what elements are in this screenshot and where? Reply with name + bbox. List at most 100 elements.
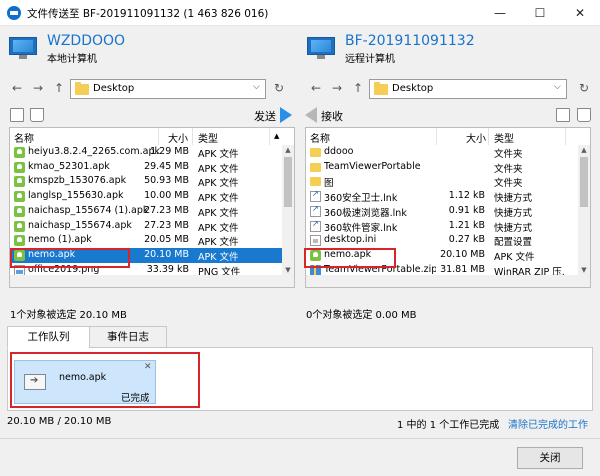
column-type[interactable]: 类型 <box>198 130 218 145</box>
file-name: 360软件管家.lnk <box>324 222 398 234</box>
tab-job-queue[interactable]: 工作队列 <box>7 326 90 348</box>
remote-host-name: BF-201911091132 <box>345 33 475 49</box>
apk-file-icon <box>14 147 25 158</box>
table-row[interactable]: 图 文件夹 <box>306 174 578 189</box>
folder-icon <box>374 82 388 95</box>
table-row[interactable]: naichasp_155674.apk 27.23 MB APK 文件 <box>10 219 282 234</box>
file-name: 图 <box>324 178 334 190</box>
up-folder-icon[interactable]: ↑ <box>51 80 67 96</box>
column-name[interactable]: 名称 <box>14 130 34 145</box>
local-scroll-thumb[interactable] <box>284 157 292 207</box>
file-name: ddooo <box>324 146 354 157</box>
local-list-header: 名称 大小 类型 ▲ <box>10 128 294 145</box>
local-refresh-icon[interactable]: ↻ <box>271 80 287 96</box>
remote-vertical-scrollbar[interactable]: ▲ ▼ <box>578 145 590 275</box>
file-name: TeamViewerPortable <box>324 160 421 172</box>
send-arrow-icon[interactable] <box>280 107 292 123</box>
chevron-down-icon[interactable]: ⌵ <box>253 82 260 92</box>
table-row[interactable]: naichasp_155674 (1).apk 27.23 MB APK 文件 <box>10 204 282 219</box>
table-row[interactable]: kmspzb_153076.apk 50.93 MB APK 文件 <box>10 174 282 189</box>
file-size: 27.23 MB <box>144 219 189 231</box>
column-size[interactable]: 大小 <box>168 130 188 145</box>
table-row[interactable]: ddooo 文件夹 <box>306 145 578 160</box>
remote-list-header: 名称 大小 类型 <box>306 128 590 145</box>
apk-file-icon <box>14 235 25 247</box>
remote-path-input[interactable]: Desktop ⌵ <box>369 79 567 99</box>
file-type: 文件夹 <box>494 163 523 175</box>
apk-file-icon <box>14 161 25 173</box>
maximize-button[interactable]: ☐ <box>520 0 560 26</box>
file-name: kmao_52301.apk <box>28 160 110 172</box>
apk-file-icon <box>14 205 25 217</box>
file-type: APK 文件 <box>198 237 239 249</box>
highlight-box-job <box>10 352 200 408</box>
forward-icon[interactable]: → <box>30 80 46 96</box>
file-size: 1.12 kB <box>448 190 485 202</box>
local-computer-icon <box>9 37 37 59</box>
scroll-up-icon[interactable]: ▲ <box>282 145 294 155</box>
table-row[interactable]: 360极速浏览器.lnk 0.91 kB 快捷方式 <box>306 204 578 219</box>
window-title: 文件传送至 BF-201911091132 (1 463 826 016) <box>27 8 269 20</box>
remote-up-folder-icon[interactable]: ↑ <box>350 80 366 96</box>
clear-completed-link[interactable]: 清除已完成的工作 <box>508 416 588 431</box>
file-name: naichasp_155674 (1).apk <box>28 204 149 216</box>
close-button[interactable]: 关闭 <box>517 447 583 469</box>
receive-arrow-icon[interactable] <box>305 107 317 123</box>
remote-forward-icon[interactable]: → <box>329 80 345 96</box>
file-size: 0.91 kB <box>448 204 485 216</box>
apk-file-icon <box>14 191 25 203</box>
ini-file-icon <box>310 235 321 247</box>
file-type: 快捷方式 <box>494 207 533 219</box>
transfer-total: 20.10 MB / 20.10 MB <box>7 416 112 427</box>
receive-label[interactable]: 接收 <box>321 108 343 124</box>
tab-event-log[interactable]: 事件日志 <box>89 326 167 348</box>
table-row[interactable]: nemo (1).apk 20.05 MB APK 文件 <box>10 233 282 248</box>
table-row[interactable]: 360安全卫士.lnk 1.12 kB 快捷方式 <box>306 189 578 204</box>
folder-file-icon <box>310 148 321 157</box>
remote-back-icon[interactable]: ← <box>308 80 324 96</box>
minimize-button[interactable]: — <box>480 0 520 26</box>
local-horizontal-scrollbar[interactable] <box>10 275 294 287</box>
file-size: 1.21 kB <box>448 219 485 231</box>
file-size: 27.23 MB <box>144 204 189 216</box>
table-row[interactable]: 360软件管家.lnk 1.21 kB 快捷方式 <box>306 219 578 234</box>
remote-delete-icon[interactable] <box>577 108 591 122</box>
file-name: naichasp_155674.apk <box>28 219 132 231</box>
column-size[interactable]: 大小 <box>466 130 486 145</box>
table-row[interactable]: kmao_52301.apk 29.45 MB APK 文件 <box>10 160 282 175</box>
scroll-up-icon[interactable]: ▲ <box>578 145 590 155</box>
local-path-input[interactable]: Desktop ⌵ <box>70 79 266 99</box>
file-type: APK 文件 <box>198 251 239 263</box>
file-size: 20.05 MB <box>144 234 189 246</box>
scroll-down-icon[interactable]: ▼ <box>282 265 294 275</box>
table-row[interactable]: langlsp_155630.apk 10.00 MB APK 文件 <box>10 189 282 204</box>
remote-scroll-thumb[interactable] <box>580 157 588 207</box>
close-window-button[interactable]: ✕ <box>560 0 600 26</box>
remote-refresh-icon[interactable]: ↻ <box>576 80 592 96</box>
delete-icon[interactable] <box>30 108 44 122</box>
sort-indicator-icon[interactable]: ▲ <box>274 132 279 140</box>
lnk-file-icon <box>310 204 321 217</box>
file-type: 文件夹 <box>494 149 523 160</box>
chevron-down-icon[interactable]: ⌵ <box>554 82 561 92</box>
remote-horizontal-scrollbar[interactable] <box>306 275 590 287</box>
teamviewer-logo-icon <box>7 6 21 20</box>
remote-path-text: Desktop <box>392 83 434 94</box>
folder-icon <box>75 82 89 95</box>
table-row[interactable]: heiyu3.8.2.4_2265.com.apk 1.29 MB APK 文件 <box>10 145 282 160</box>
scroll-down-icon[interactable]: ▼ <box>578 265 590 275</box>
send-label[interactable]: 发送 <box>254 108 276 124</box>
table-row[interactable]: desktop.ini 0.27 kB 配置设置 <box>306 233 578 248</box>
file-name: desktop.ini <box>324 234 377 246</box>
local-vertical-scrollbar[interactable]: ▲ ▼ <box>282 145 294 275</box>
table-row[interactable]: TeamViewerPortable 文件夹 <box>306 160 578 175</box>
column-name[interactable]: 名称 <box>310 130 330 145</box>
file-size: 20.10 MB <box>440 248 485 260</box>
file-type: APK 文件 <box>198 193 239 205</box>
column-type[interactable]: 类型 <box>494 130 514 145</box>
remote-host-subtitle: 远程计算机 <box>345 54 395 65</box>
back-icon[interactable]: ← <box>9 80 25 96</box>
new-folder-icon[interactable] <box>10 108 24 122</box>
remote-new-folder-icon[interactable] <box>556 108 570 122</box>
file-type: APK 文件 <box>198 149 239 160</box>
